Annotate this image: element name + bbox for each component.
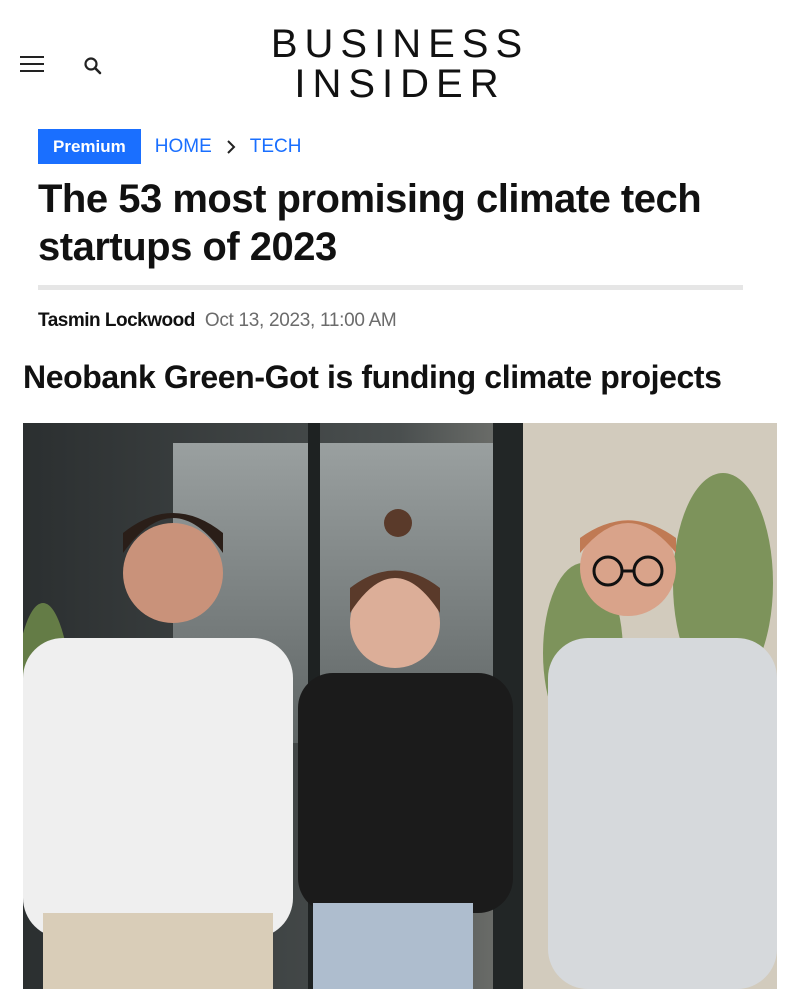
article-title: The 53 most promising climate tech start… [38, 177, 702, 269]
byline: Tasmin Lockwood Oct 13, 2023, 11:00 AM [38, 310, 397, 332]
breadcrumb-home[interactable]: HOME [155, 136, 212, 158]
publish-date: Oct 13, 2023, 11:00 AM [204, 310, 397, 331]
site-logo[interactable]: BUSINESS INSIDER [260, 24, 540, 104]
breadcrumb: Premium HOME TECH [38, 129, 301, 164]
title-divider [38, 285, 743, 290]
author-name[interactable]: Tasmin Lockwood [38, 310, 195, 332]
logo-line-2: INSIDER [294, 62, 506, 106]
logo-line-1: BUSINESS [270, 22, 530, 66]
site-header: BUSINESS INSIDER [0, 0, 800, 120]
article-photo [23, 423, 777, 989]
premium-badge[interactable]: Premium [38, 129, 141, 164]
section-heading: Neobank Green-Got is funding climate pro… [23, 359, 722, 395]
hamburger-menu-icon[interactable] [20, 56, 46, 76]
search-icon[interactable] [83, 56, 105, 78]
breadcrumb-tech[interactable]: TECH [250, 136, 302, 158]
chevron-right-icon [226, 139, 236, 155]
